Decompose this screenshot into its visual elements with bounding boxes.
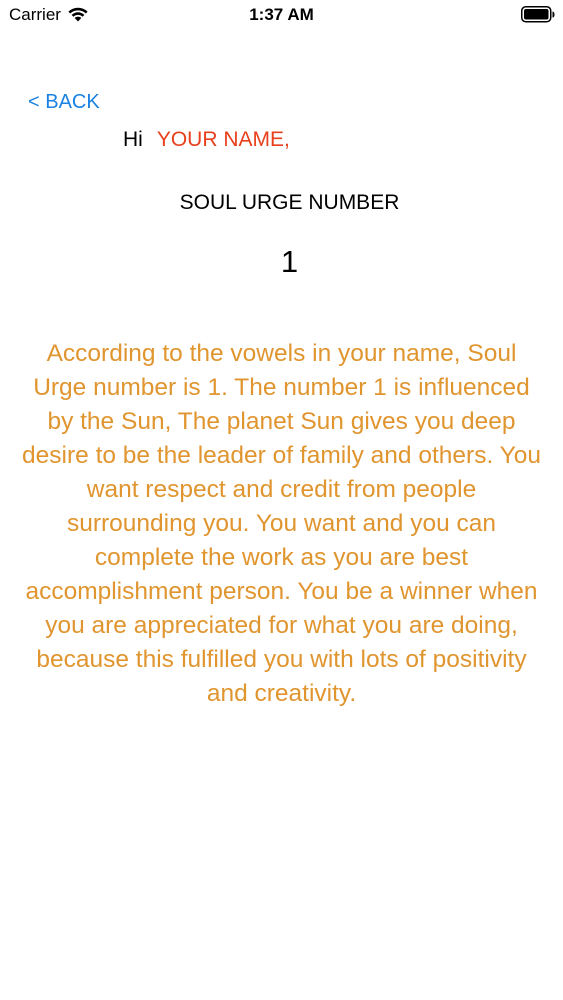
back-button[interactable]: < BACK <box>28 91 100 114</box>
user-name: YOUR NAME, <box>156 128 290 151</box>
greeting-hi: Hi <box>123 128 143 151</box>
battery-icon <box>521 6 555 23</box>
soul-urge-screen: Carrier 1:37 AM < BACK Hi YOUR NAME, SOUL… <box>0 0 563 1000</box>
result-heading: SOUL URGE NUMBER <box>179 191 400 214</box>
status-time: 1:37 AM <box>249 5 314 24</box>
soul-urge-number: 1 <box>280 244 299 279</box>
status-bar: Carrier 1:37 AM <box>0 0 563 30</box>
result-description: According to the vowels in your name, So… <box>22 340 541 707</box>
greeting: Hi YOUR NAME, <box>123 128 290 152</box>
